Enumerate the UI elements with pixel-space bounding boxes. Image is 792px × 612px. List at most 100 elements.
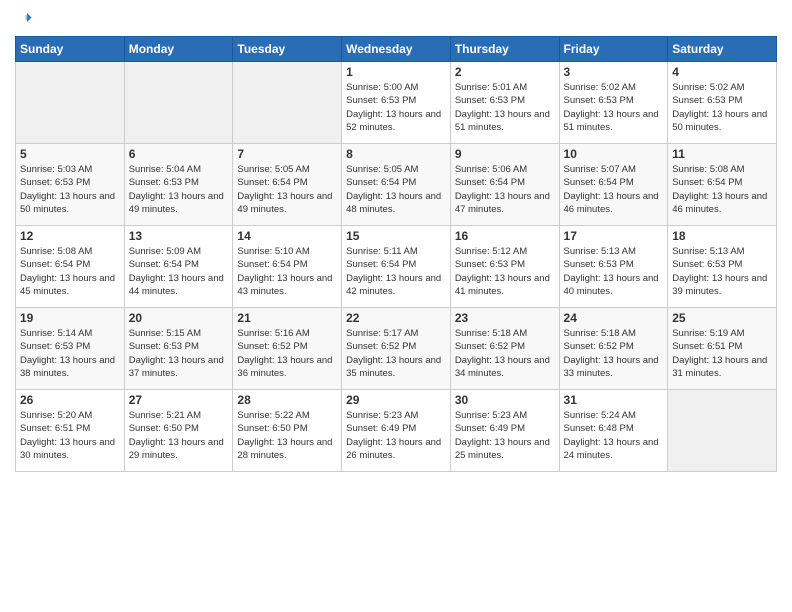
day-number: 20 — [129, 311, 229, 325]
day-info: Sunrise: 5:02 AM Sunset: 6:53 PM Dayligh… — [564, 81, 664, 134]
day-info: Sunrise: 5:08 AM Sunset: 6:54 PM Dayligh… — [672, 163, 772, 216]
day-info: Sunrise: 5:14 AM Sunset: 6:53 PM Dayligh… — [20, 327, 120, 380]
day-number: 15 — [346, 229, 446, 243]
table-row: 29 Sunrise: 5:23 AM Sunset: 6:49 PM Dayli… — [342, 390, 451, 472]
day-number: 4 — [672, 65, 772, 79]
table-row: 18 Sunrise: 5:13 AM Sunset: 6:53 PM Dayli… — [668, 226, 777, 308]
table-row: 4 Sunrise: 5:02 AM Sunset: 6:53 PM Daylig… — [668, 62, 777, 144]
header-saturday: Saturday — [668, 37, 777, 62]
day-number: 24 — [564, 311, 664, 325]
table-row: 9 Sunrise: 5:06 AM Sunset: 6:54 PM Daylig… — [450, 144, 559, 226]
day-number: 31 — [564, 393, 664, 407]
table-row: 3 Sunrise: 5:02 AM Sunset: 6:53 PM Daylig… — [559, 62, 668, 144]
table-row: 7 Sunrise: 5:05 AM Sunset: 6:54 PM Daylig… — [233, 144, 342, 226]
table-row: 12 Sunrise: 5:08 AM Sunset: 6:54 PM Dayli… — [16, 226, 125, 308]
table-row: 11Sunrise: 5:08 AM Sunset: 6:54 PM Dayli… — [668, 144, 777, 226]
day-info: Sunrise: 5:01 AM Sunset: 6:53 PM Dayligh… — [455, 81, 555, 134]
day-info: Sunrise: 5:05 AM Sunset: 6:54 PM Dayligh… — [237, 163, 337, 216]
logo-icon — [15, 10, 33, 28]
table-row: 20 Sunrise: 5:15 AM Sunset: 6:53 PM Dayli… — [124, 308, 233, 390]
day-number: 6 — [129, 147, 229, 161]
day-info: Sunrise: 5:16 AM Sunset: 6:52 PM Dayligh… — [237, 327, 337, 380]
table-row: 17 Sunrise: 5:13 AM Sunset: 6:53 PM Dayli… — [559, 226, 668, 308]
table-row: 21 Sunrise: 5:16 AM Sunset: 6:52 PM Dayli… — [233, 308, 342, 390]
table-row: 16 Sunrise: 5:12 AM Sunset: 6:53 PM Dayli… — [450, 226, 559, 308]
day-number: 21 — [237, 311, 337, 325]
day-number: 26 — [20, 393, 120, 407]
day-number: 23 — [455, 311, 555, 325]
day-number: 30 — [455, 393, 555, 407]
table-row: 2 Sunrise: 5:01 AM Sunset: 6:53 PM Daylig… — [450, 62, 559, 144]
day-info: Sunrise: 5:13 AM Sunset: 6:53 PM Dayligh… — [564, 245, 664, 298]
day-number: 2 — [455, 65, 555, 79]
table-row: 14 Sunrise: 5:10 AM Sunset: 6:54 PM Dayli… — [233, 226, 342, 308]
header-thursday: Thursday — [450, 37, 559, 62]
header-wednesday: Wednesday — [342, 37, 451, 62]
table-row — [668, 390, 777, 472]
day-info: Sunrise: 5:20 AM Sunset: 6:51 PM Dayligh… — [20, 409, 120, 462]
day-number: 16 — [455, 229, 555, 243]
day-number: 27 — [129, 393, 229, 407]
table-row: 6 Sunrise: 5:04 AM Sunset: 6:53 PM Daylig… — [124, 144, 233, 226]
table-row: 28 Sunrise: 5:22 AM Sunset: 6:50 PM Dayli… — [233, 390, 342, 472]
day-info: Sunrise: 5:08 AM Sunset: 6:54 PM Dayligh… — [20, 245, 120, 298]
table-row: 19Sunrise: 5:14 AM Sunset: 6:53 PM Dayli… — [16, 308, 125, 390]
table-row: 26 Sunrise: 5:20 AM Sunset: 6:51 PM Dayli… — [16, 390, 125, 472]
day-info: Sunrise: 5:22 AM Sunset: 6:50 PM Dayligh… — [237, 409, 337, 462]
day-number: 17 — [564, 229, 664, 243]
table-row: 5 Sunrise: 5:03 AM Sunset: 6:53 PM Daylig… — [16, 144, 125, 226]
calendar-week-row: 26 Sunrise: 5:20 AM Sunset: 6:51 PM Dayli… — [16, 390, 777, 472]
day-info: Sunrise: 5:23 AM Sunset: 6:49 PM Dayligh… — [455, 409, 555, 462]
day-number: 8 — [346, 147, 446, 161]
day-info: Sunrise: 5:23 AM Sunset: 6:49 PM Dayligh… — [346, 409, 446, 462]
table-row: 13Sunrise: 5:09 AM Sunset: 6:54 PM Dayli… — [124, 226, 233, 308]
day-info: Sunrise: 5:03 AM Sunset: 6:53 PM Dayligh… — [20, 163, 120, 216]
calendar-week-row: 19Sunrise: 5:14 AM Sunset: 6:53 PM Dayli… — [16, 308, 777, 390]
table-row: 1Sunrise: 5:00 AM Sunset: 6:53 PM Daylig… — [342, 62, 451, 144]
day-info: Sunrise: 5:24 AM Sunset: 6:48 PM Dayligh… — [564, 409, 664, 462]
header-tuesday: Tuesday — [233, 37, 342, 62]
table-row: 8 Sunrise: 5:05 AM Sunset: 6:54 PM Daylig… — [342, 144, 451, 226]
day-number: 12 — [20, 229, 120, 243]
day-number: 5 — [20, 147, 120, 161]
weekday-header-row: Sunday Monday Tuesday Wednesday Thursday… — [16, 37, 777, 62]
header-sunday: Sunday — [16, 37, 125, 62]
day-number: 22 — [346, 311, 446, 325]
day-number: 29 — [346, 393, 446, 407]
day-info: Sunrise: 5:12 AM Sunset: 6:53 PM Dayligh… — [455, 245, 555, 298]
table-row: 10 Sunrise: 5:07 AM Sunset: 6:54 PM Dayli… — [559, 144, 668, 226]
table-row: 30 Sunrise: 5:23 AM Sunset: 6:49 PM Dayli… — [450, 390, 559, 472]
day-info: Sunrise: 5:04 AM Sunset: 6:53 PM Dayligh… — [129, 163, 229, 216]
calendar-week-row: 5 Sunrise: 5:03 AM Sunset: 6:53 PM Daylig… — [16, 144, 777, 226]
table-row: 23 Sunrise: 5:18 AM Sunset: 6:52 PM Dayli… — [450, 308, 559, 390]
day-info: Sunrise: 5:07 AM Sunset: 6:54 PM Dayligh… — [564, 163, 664, 216]
day-info: Sunrise: 5:06 AM Sunset: 6:54 PM Dayligh… — [455, 163, 555, 216]
page: Sunday Monday Tuesday Wednesday Thursday… — [0, 0, 792, 612]
day-info: Sunrise: 5:21 AM Sunset: 6:50 PM Dayligh… — [129, 409, 229, 462]
table-row: 22Sunrise: 5:17 AM Sunset: 6:52 PM Dayli… — [342, 308, 451, 390]
day-info: Sunrise: 5:11 AM Sunset: 6:54 PM Dayligh… — [346, 245, 446, 298]
day-number: 3 — [564, 65, 664, 79]
day-number: 18 — [672, 229, 772, 243]
table-row: 24Sunrise: 5:18 AM Sunset: 6:52 PM Dayli… — [559, 308, 668, 390]
day-number: 25 — [672, 311, 772, 325]
day-number: 9 — [455, 147, 555, 161]
day-number: 10 — [564, 147, 664, 161]
table-row — [16, 62, 125, 144]
day-number: 28 — [237, 393, 337, 407]
table-row: 31 Sunrise: 5:24 AM Sunset: 6:48 PM Dayli… — [559, 390, 668, 472]
logo — [15, 10, 37, 28]
day-info: Sunrise: 5:18 AM Sunset: 6:52 PM Dayligh… — [455, 327, 555, 380]
day-number: 14 — [237, 229, 337, 243]
day-info: Sunrise: 5:13 AM Sunset: 6:53 PM Dayligh… — [672, 245, 772, 298]
day-info: Sunrise: 5:05 AM Sunset: 6:54 PM Dayligh… — [346, 163, 446, 216]
calendar-table: Sunday Monday Tuesday Wednesday Thursday… — [15, 36, 777, 472]
calendar-week-row: 12 Sunrise: 5:08 AM Sunset: 6:54 PM Dayli… — [16, 226, 777, 308]
day-number: 7 — [237, 147, 337, 161]
table-row: 27 Sunrise: 5:21 AM Sunset: 6:50 PM Dayli… — [124, 390, 233, 472]
day-info: Sunrise: 5:10 AM Sunset: 6:54 PM Dayligh… — [237, 245, 337, 298]
day-info: Sunrise: 5:02 AM Sunset: 6:53 PM Dayligh… — [672, 81, 772, 134]
day-info: Sunrise: 5:15 AM Sunset: 6:53 PM Dayligh… — [129, 327, 229, 380]
table-row: 25Sunrise: 5:19 AM Sunset: 6:51 PM Dayli… — [668, 308, 777, 390]
day-info: Sunrise: 5:00 AM Sunset: 6:53 PM Dayligh… — [346, 81, 446, 134]
